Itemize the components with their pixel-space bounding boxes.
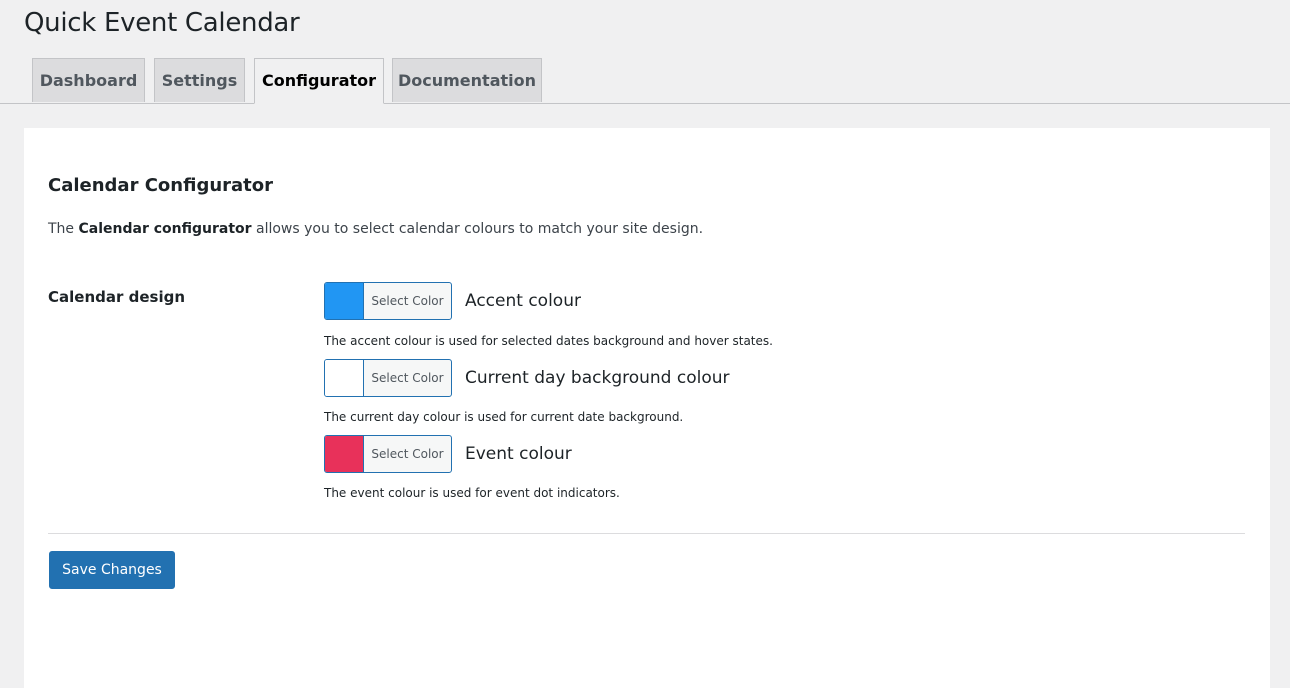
save-changes-button[interactable]: Save Changes <box>49 551 175 589</box>
intro-suffix: allows you to select calendar colours to… <box>251 221 704 237</box>
select-color-label: Select Color <box>371 447 444 461</box>
divider <box>48 533 1245 534</box>
event-colour-swatch <box>325 436 364 472</box>
tab-configurator[interactable]: Configurator <box>254 58 384 104</box>
intro-text: The Calendar configurator allows you to … <box>48 221 703 237</box>
accent-colour-swatch <box>325 283 364 319</box>
select-color-label: Select Color <box>371 371 444 385</box>
tab-dashboard[interactable]: Dashboard <box>32 58 145 102</box>
intro-prefix: The <box>48 221 79 237</box>
event-colour-description: The event colour is used for event dot i… <box>324 486 620 500</box>
section-title: Calendar Configurator <box>48 175 274 196</box>
current-day-colour-picker-button[interactable]: Select Color <box>324 359 452 397</box>
page-title: Quick Event Calendar <box>24 8 300 38</box>
event-colour-label: Event colour <box>465 444 572 464</box>
tab-documentation[interactable]: Documentation <box>392 58 542 102</box>
select-color-label: Select Color <box>371 294 444 308</box>
tab-settings[interactable]: Settings <box>154 58 245 102</box>
intro-bold: Calendar configurator <box>78 221 252 237</box>
current-day-colour-description: The current day colour is used for curre… <box>324 410 684 424</box>
current-day-colour-row: Select Color Current day background colo… <box>324 359 730 397</box>
event-colour-picker-button[interactable]: Select Color <box>324 435 452 473</box>
configurator-panel: Calendar Configurator The Calendar confi… <box>24 128 1270 688</box>
event-colour-row: Select Color Event colour <box>324 435 572 473</box>
accent-colour-picker-button[interactable]: Select Color <box>324 282 452 320</box>
accent-colour-row: Select Color Accent colour <box>324 282 581 320</box>
current-day-colour-label: Current day background colour <box>465 368 730 388</box>
nav-tabs: Dashboard Settings Configurator Document… <box>0 58 1290 104</box>
current-day-colour-swatch <box>325 360 364 396</box>
accent-colour-description: The accent colour is used for selected d… <box>324 334 773 348</box>
calendar-design-label: Calendar design <box>48 288 185 306</box>
accent-colour-label: Accent colour <box>465 291 581 311</box>
